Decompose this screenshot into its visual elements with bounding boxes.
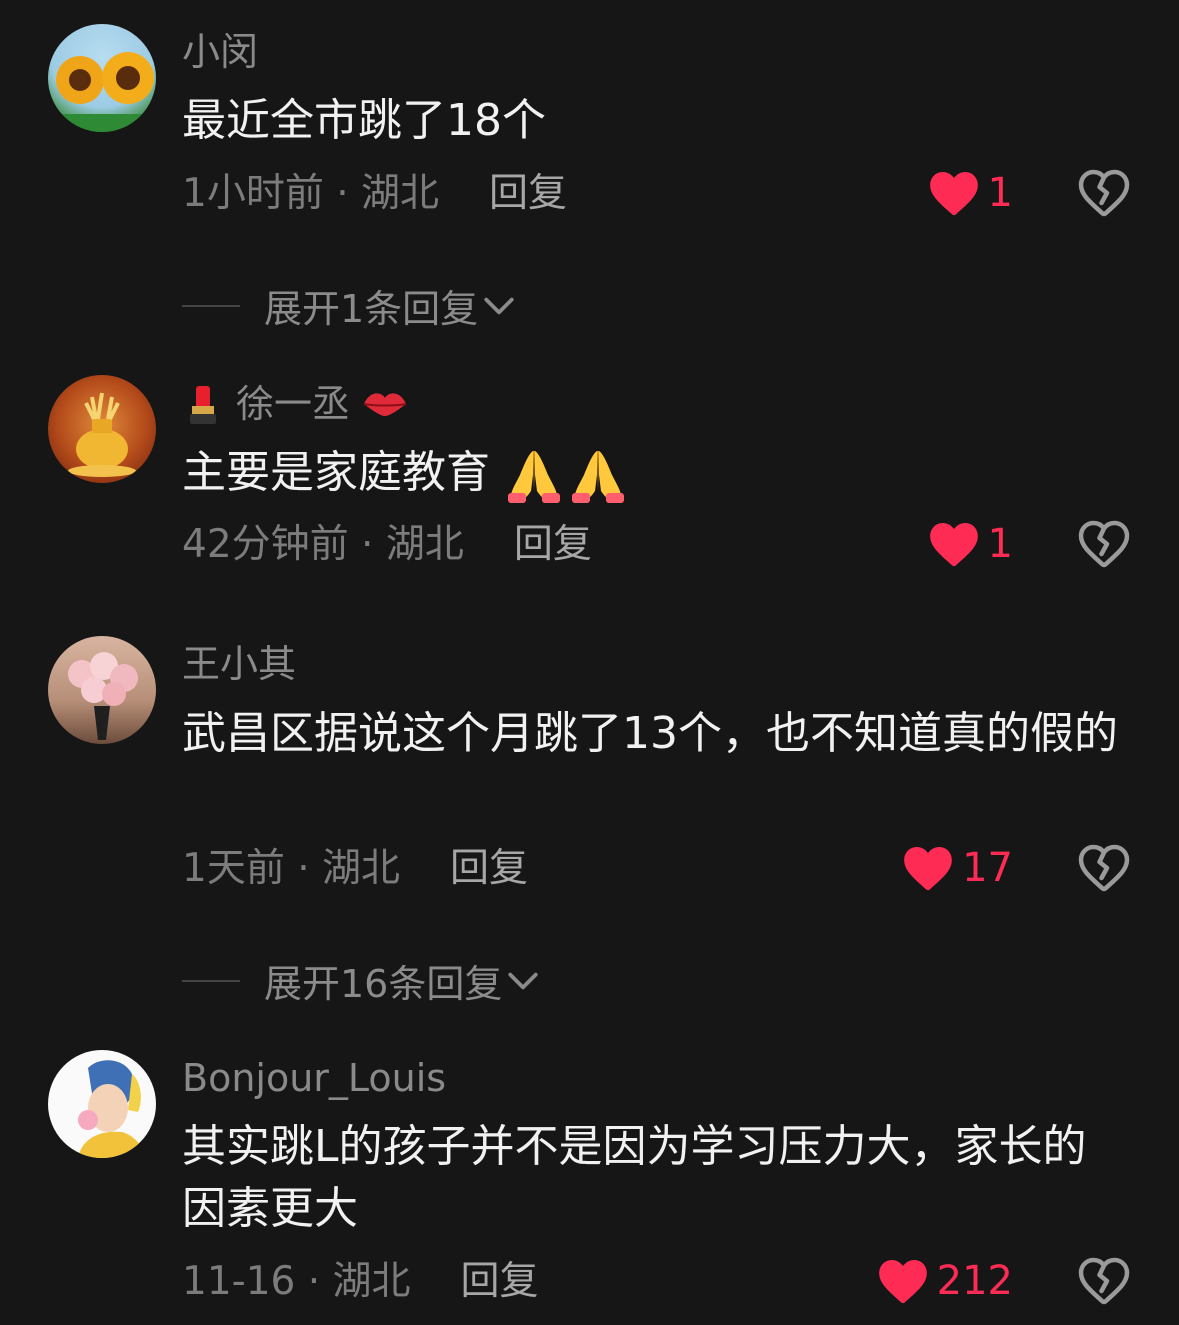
reply-button[interactable]: 回复 [461, 1259, 539, 1304]
time-location: 42分钟前 · 湖北 [182, 522, 464, 567]
time-location: 1天前 · 湖北 [182, 846, 401, 891]
avatar[interactable] [48, 636, 156, 744]
reply-button[interactable]: 回复 [514, 522, 592, 567]
like-button[interactable]: 1 [928, 520, 1013, 568]
expand-replies-button[interactable]: 展开1条回复 [182, 278, 516, 333]
like-count: 17 [962, 845, 1013, 891]
comment-meta: 1小时前 · 湖北 回复 [182, 170, 567, 218]
comment-text: 武昌区据说这个月跳了13个，也不知道真的假的 [182, 708, 1118, 759]
time-location: 1小时前 · 湖北 [182, 171, 440, 216]
like-button[interactable]: 1 [928, 169, 1013, 217]
comment-meta: 1天前 · 湖北 回复 [182, 845, 528, 893]
heart-icon [928, 520, 980, 568]
divider-line [182, 304, 240, 307]
comment-meta: 11-16 · 湖北 回复 [182, 1258, 539, 1306]
heart-icon [877, 1257, 929, 1305]
heart-icon [902, 844, 954, 892]
time-location: 11-16 · 湖北 [182, 1259, 411, 1304]
username[interactable]: 小闵 [182, 30, 258, 74]
comment-text-content: 主要是家庭教育 [182, 447, 490, 498]
divider-line [182, 979, 240, 982]
username[interactable]: 徐一丞 [182, 382, 410, 426]
chevron-down-icon [482, 289, 516, 323]
broken-heart-icon[interactable] [1076, 840, 1132, 896]
username[interactable]: Bonjour_Louis [182, 1056, 446, 1100]
expand-replies-label: 展开1条回复 [264, 287, 479, 331]
like-count: 212 [936, 1258, 1013, 1304]
comment-text: 最近全市跳了18个 [182, 95, 546, 146]
comment-meta: 42分钟前 · 湖北 回复 [182, 521, 592, 569]
username-text: 徐一丞 [236, 382, 351, 426]
username[interactable]: 王小其 [182, 642, 296, 686]
folded-hands-emoji [568, 445, 628, 505]
folded-hands-emoji [504, 445, 564, 505]
heart-icon [928, 169, 980, 217]
avatar[interactable] [48, 1050, 156, 1158]
kiss-mark-emoji [363, 393, 407, 416]
broken-heart-icon[interactable] [1076, 516, 1132, 572]
reply-button[interactable]: 回复 [489, 171, 567, 216]
expand-replies-label: 展开16条回复 [264, 962, 503, 1006]
lipstick-emoji [190, 386, 216, 424]
comment-text: 其实跳L的孩子并不是因为学习压力大，家长的因素更大 [182, 1121, 1087, 1234]
broken-heart-icon[interactable] [1076, 1253, 1132, 1309]
chevron-down-icon [506, 964, 540, 998]
like-count: 1 [987, 170, 1013, 216]
broken-heart-icon[interactable] [1076, 165, 1132, 221]
expand-replies-button[interactable]: 展开16条回复 [182, 953, 540, 1008]
like-count: 1 [987, 521, 1013, 567]
comment-text: 主要是家庭教育 [182, 442, 1122, 505]
avatar[interactable] [48, 24, 156, 132]
like-button[interactable]: 17 [902, 844, 1013, 892]
avatar[interactable] [48, 375, 156, 483]
reply-button[interactable]: 回复 [450, 846, 528, 891]
like-button[interactable]: 212 [877, 1257, 1013, 1305]
